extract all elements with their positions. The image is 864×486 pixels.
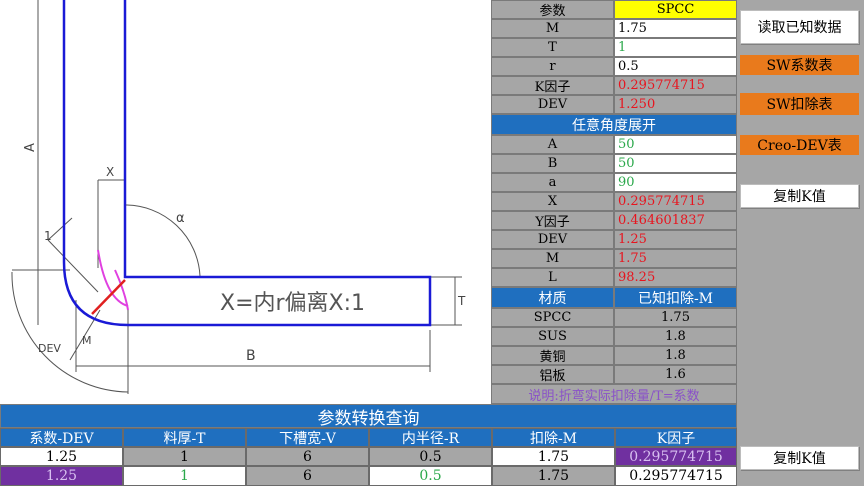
convert-header-r: 内半径-R — [369, 428, 492, 447]
convert-r1-k[interactable]: 0.295774715 — [615, 447, 737, 466]
param-k-value: 0.295774715 — [614, 76, 737, 95]
angle-m-value: 1.75 — [614, 249, 737, 268]
formula-text: X=内r偏离X:1 — [220, 291, 365, 316]
read-known-data-button[interactable]: 读取已知数据 — [740, 10, 859, 44]
angle-a-label: A — [491, 135, 614, 154]
param-dev-value: 1.250 — [614, 95, 737, 114]
label-one: 1 — [44, 229, 52, 243]
param-m-label: M — [491, 19, 614, 38]
angle-title: 任意角度展开 — [491, 114, 737, 135]
param-t-value[interactable]: 1 — [614, 38, 737, 57]
angle-l-label: L — [491, 268, 614, 287]
material-row-label: 黄铜 — [491, 346, 614, 365]
sw-coeff-table-button[interactable]: SW系数表 — [740, 55, 859, 75]
convert-header-v: 下槽宽-V — [246, 428, 369, 447]
convert-header-m: 扣除-M — [492, 428, 615, 447]
material-row-label: SUS — [491, 327, 614, 346]
convert-r1-m[interactable]: 1.75 — [492, 447, 615, 466]
convert-r2-m[interactable]: 1.75 — [492, 466, 615, 486]
materials-note: 说明:折弯实际扣除量/T=系数 — [491, 384, 737, 404]
convert-r2-dev[interactable]: 1.25 — [0, 466, 123, 486]
materials-header-label: 材质 — [491, 287, 614, 308]
convert-r1-t[interactable]: 1 — [123, 447, 246, 466]
angle-a-value[interactable]: 50 — [614, 135, 737, 154]
angle-b-value[interactable]: 50 — [614, 154, 737, 173]
convert-r1-dev[interactable]: 1.25 — [0, 447, 123, 466]
material-row-value: 1.8 — [614, 346, 737, 365]
param-t-label: T — [491, 38, 614, 57]
material-row-label: 铝板 — [491, 365, 614, 384]
angle-l-value: 98.25 — [614, 268, 737, 287]
material-row-value: 1.75 — [614, 308, 737, 327]
label-x: X — [106, 165, 114, 179]
label-b: B — [246, 348, 256, 364]
label-m: M — [82, 334, 92, 347]
materials-header-value: 已知扣除-M — [614, 287, 737, 308]
angle-alpha-value[interactable]: 90 — [614, 173, 737, 192]
convert-header-k: K因子 — [615, 428, 737, 447]
material-row-label: SPCC — [491, 308, 614, 327]
convert-r2-v[interactable]: 6 — [246, 466, 369, 486]
convert-r2-r[interactable]: 0.5 — [369, 466, 492, 486]
sw-deduct-table-button[interactable]: SW扣除表 — [740, 93, 859, 115]
convert-header-dev: 系数-DEV — [0, 428, 123, 447]
copy-k-button-bottom[interactable]: 复制K值 — [740, 446, 859, 470]
param-k-label: K因子 — [491, 76, 614, 95]
angle-m-label: M — [491, 249, 614, 268]
angle-y-value: 0.464601837 — [614, 211, 737, 230]
angle-y-label: Y因子 — [491, 211, 614, 230]
angle-alpha-label: a — [491, 173, 614, 192]
angle-dev-label: DEV — [491, 230, 614, 249]
material-row-value: 1.6 — [614, 365, 737, 384]
param-r-value[interactable]: 0.5 — [614, 57, 737, 76]
convert-r1-v[interactable]: 6 — [246, 447, 369, 466]
angle-x-value: 0.295774715 — [614, 192, 737, 211]
bend-diagram: A X α 1 T B DEV M X=内r偏离X:1 — [11, 0, 466, 394]
params-header-value[interactable]: SPCC — [614, 0, 737, 19]
label-dev: DEV — [38, 342, 61, 355]
convert-header-t: 料厚-T — [123, 428, 246, 447]
angle-dev-value: 1.25 — [614, 230, 737, 249]
part-outline — [62, 0, 432, 327]
convert-title: 参数转换查询 — [0, 404, 737, 428]
convert-r2-k[interactable]: 0.295774715 — [615, 466, 737, 486]
convert-r2-t[interactable]: 1 — [123, 466, 246, 486]
label-alpha: α — [176, 211, 185, 226]
angle-b-label: B — [491, 154, 614, 173]
dimension-lines — [11, 0, 462, 394]
neutral-arc — [97, 249, 129, 307]
param-r-label: r — [491, 57, 614, 76]
label-a: A — [23, 143, 38, 152]
param-m-value[interactable]: 1.75 — [614, 19, 737, 38]
creo-dev-table-button[interactable]: Creo-DEV表 — [740, 135, 859, 155]
param-dev-label: DEV — [491, 95, 614, 114]
angle-x-label: X — [491, 192, 614, 211]
label-t: T — [457, 294, 466, 308]
copy-k-button[interactable]: 复制K值 — [740, 184, 859, 208]
params-header-label: 参数 — [491, 0, 614, 19]
material-row-value: 1.8 — [614, 327, 737, 346]
convert-r1-r[interactable]: 0.5 — [369, 447, 492, 466]
